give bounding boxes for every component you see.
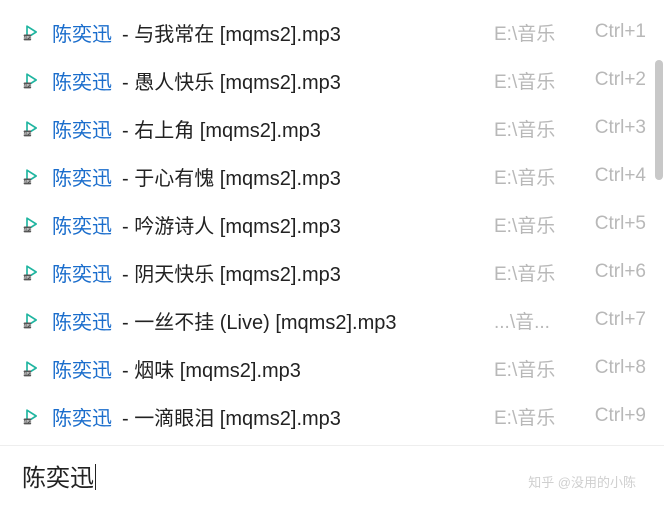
artist-name: 陈奕迅: [52, 402, 112, 431]
file-path: E:\音乐: [494, 19, 566, 46]
result-row[interactable]: MP3 陈奕迅 - 一丝不挂 (Live) [mqms2].mp3 ...\音...…: [0, 296, 664, 344]
shortcut-label: Ctrl+2: [586, 69, 646, 91]
shortcut-label: Ctrl+8: [586, 357, 646, 379]
file-title: - 于心有愧 [mqms2].mp3: [122, 162, 476, 191]
artist-name: 陈奕迅: [52, 114, 112, 143]
svg-text:MP3: MP3: [23, 83, 32, 88]
artist-name: 陈奕迅: [52, 354, 112, 383]
svg-text:MP3: MP3: [23, 227, 32, 232]
scrollbar-thumb[interactable]: [655, 60, 663, 180]
result-row[interactable]: MP3 陈奕迅 - 右上角 [mqms2].mp3 E:\音乐 Ctrl+3: [0, 104, 664, 152]
text-cursor: [95, 464, 96, 490]
mp3-play-icon: MP3: [22, 214, 42, 234]
mp3-play-icon: MP3: [22, 262, 42, 282]
search-input[interactable]: 陈奕迅: [22, 465, 96, 492]
file-path: E:\音乐: [494, 67, 566, 94]
result-row[interactable]: MP3 陈奕迅 - 与我常在 [mqms2].mp3 E:\音乐 Ctrl+1: [0, 8, 664, 56]
search-value: 陈奕迅: [22, 465, 94, 492]
svg-text:MP3: MP3: [23, 275, 32, 280]
result-row[interactable]: MP3 陈奕迅 - 于心有愧 [mqms2].mp3 E:\音乐 Ctrl+4: [0, 152, 664, 200]
svg-text:MP3: MP3: [23, 371, 32, 376]
shortcut-label: Ctrl+7: [586, 309, 646, 331]
mp3-play-icon: MP3: [22, 310, 42, 330]
file-path: E:\音乐: [494, 403, 566, 430]
shortcut-label: Ctrl+6: [586, 261, 646, 283]
result-row[interactable]: MP3 陈奕迅 - 阴天快乐 [mqms2].mp3 E:\音乐 Ctrl+6: [0, 248, 664, 296]
artist-name: 陈奕迅: [52, 162, 112, 191]
file-title: - 与我常在 [mqms2].mp3: [122, 18, 476, 47]
file-path: E:\音乐: [494, 163, 566, 190]
file-title: - 烟味 [mqms2].mp3: [122, 354, 476, 383]
mp3-play-icon: MP3: [22, 70, 42, 90]
search-bar[interactable]: 陈奕迅: [0, 445, 664, 507]
svg-text:MP3: MP3: [23, 323, 32, 328]
svg-text:MP3: MP3: [23, 179, 32, 184]
result-row[interactable]: MP3 陈奕迅 - 一滴眼泪 [mqms2].mp3 E:\音乐 Ctrl+9: [0, 392, 664, 440]
file-title: - 一丝不挂 (Live) [mqms2].mp3: [122, 306, 476, 335]
mp3-play-icon: MP3: [22, 406, 42, 426]
file-path: E:\音乐: [494, 259, 566, 286]
shortcut-label: Ctrl+4: [586, 165, 646, 187]
file-title: - 吟游诗人 [mqms2].mp3: [122, 210, 476, 239]
shortcut-label: Ctrl+3: [586, 117, 646, 139]
file-title: - 右上角 [mqms2].mp3: [122, 114, 476, 143]
file-path: E:\音乐: [494, 355, 566, 382]
result-row[interactable]: MP3 陈奕迅 - 烟味 [mqms2].mp3 E:\音乐 Ctrl+8: [0, 344, 664, 392]
mp3-play-icon: MP3: [22, 166, 42, 186]
result-row[interactable]: MP3 陈奕迅 - 吟游诗人 [mqms2].mp3 E:\音乐 Ctrl+5: [0, 200, 664, 248]
svg-text:MP3: MP3: [23, 131, 32, 136]
mp3-play-icon: MP3: [22, 22, 42, 42]
results-list: MP3 陈奕迅 - 与我常在 [mqms2].mp3 E:\音乐 Ctrl+1 MP3 陈…: [0, 0, 664, 440]
svg-text:MP3: MP3: [23, 35, 32, 40]
shortcut-label: Ctrl+9: [586, 405, 646, 427]
artist-name: 陈奕迅: [52, 258, 112, 287]
file-title: - 一滴眼泪 [mqms2].mp3: [122, 402, 476, 431]
file-path: ...\音...: [494, 307, 566, 334]
shortcut-label: Ctrl+5: [586, 213, 646, 235]
artist-name: 陈奕迅: [52, 210, 112, 239]
result-row[interactable]: MP3 陈奕迅 - 愚人快乐 [mqms2].mp3 E:\音乐 Ctrl+2: [0, 56, 664, 104]
artist-name: 陈奕迅: [52, 18, 112, 47]
file-path: E:\音乐: [494, 211, 566, 238]
shortcut-label: Ctrl+1: [586, 21, 646, 43]
artist-name: 陈奕迅: [52, 66, 112, 95]
artist-name: 陈奕迅: [52, 306, 112, 335]
file-title: - 愚人快乐 [mqms2].mp3: [122, 66, 476, 95]
mp3-play-icon: MP3: [22, 118, 42, 138]
svg-text:MP3: MP3: [23, 419, 32, 424]
mp3-play-icon: MP3: [22, 358, 42, 378]
file-path: E:\音乐: [494, 115, 566, 142]
file-title: - 阴天快乐 [mqms2].mp3: [122, 258, 476, 287]
